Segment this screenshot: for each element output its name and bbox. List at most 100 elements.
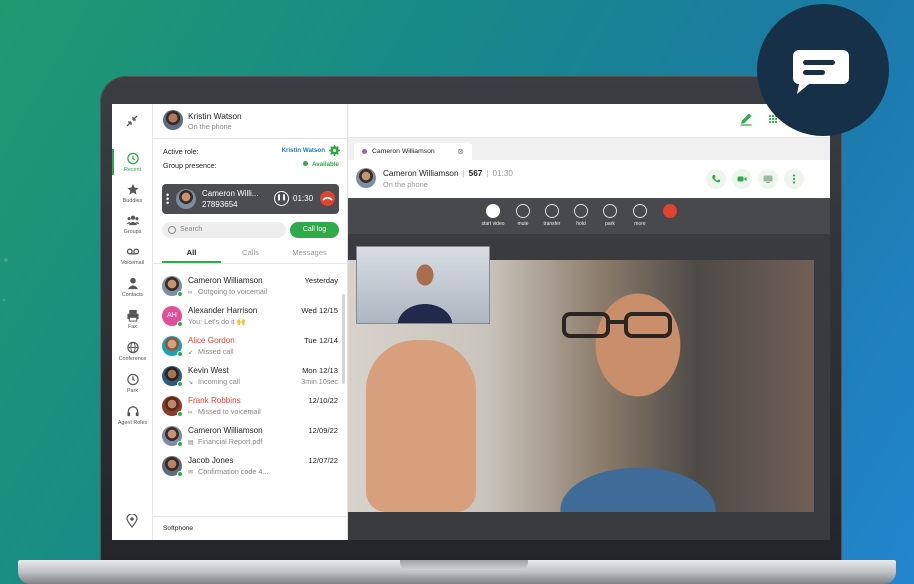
call-view: Cameron Williamson ⊗ Cameron Williamson |… <box>348 104 830 540</box>
hangup-icon <box>663 204 677 218</box>
pause-icon <box>574 204 588 218</box>
list-item[interactable]: Jacob Jones ✉ Confirmation code 4... 12/0… <box>153 452 348 482</box>
collapse-icon[interactable] <box>124 114 140 130</box>
sidebar-item-conference[interactable]: Conference <box>112 341 153 362</box>
status-dot <box>177 351 183 357</box>
group-presence-label: Group presence: <box>163 161 217 170</box>
self-view-video[interactable] <box>356 246 490 324</box>
list-item[interactable]: Cameron Williamson ▤ Financial Report.pdf… <box>153 422 348 452</box>
avatar <box>163 110 183 130</box>
active-call-card[interactable]: • • • Cameron Willi... 27893654 ❚❚ 01:30 <box>162 184 339 214</box>
camera-icon <box>486 204 500 218</box>
call-time: 01:30 <box>492 169 513 178</box>
more-button[interactable]: more <box>623 204 657 227</box>
sidebar-item-contacts[interactable]: Contacts <box>112 277 153 298</box>
star-icon <box>126 183 139 195</box>
list-item[interactable]: Cameron Williamson ∞ Outgoing to voicemai… <box>153 272 348 302</box>
voicemail-icon: ∞ <box>188 290 193 296</box>
conversation-panel: Kristin Watson On the phone Active role:… <box>153 104 348 540</box>
tab-messages[interactable]: Messages <box>280 248 339 257</box>
sidebar-item-fax[interactable]: Fax <box>112 309 153 330</box>
top-toolbar <box>348 104 830 138</box>
sidebar-item-label: Recent <box>123 167 142 173</box>
gear-icon[interactable] <box>329 145 340 156</box>
tab-conversation[interactable]: Cameron Williamson ⊗ <box>354 143 472 160</box>
list-item[interactable]: Frank Robbins ∞ Missed to voicemail 12/10… <box>153 392 348 422</box>
pencil-icon[interactable] <box>739 112 753 126</box>
sidebar-item-agent-roles[interactable]: Agent Roles <box>112 405 153 426</box>
call-timer: 01:30 <box>293 194 314 203</box>
list-item[interactable]: Kevin West ↘ Incoming call Mon 12/13 3min… <box>153 362 348 392</box>
list-scrollbar[interactable] <box>342 294 345 384</box>
divider <box>153 138 348 139</box>
more-vertical-icon[interactable]: • • • <box>166 191 169 208</box>
hangup-icon <box>322 196 333 201</box>
item-date: Wed 12/15 <box>301 306 338 315</box>
microphone-icon <box>516 204 530 218</box>
screen-share-button[interactable] <box>758 169 778 189</box>
control-label: start video <box>481 221 505 227</box>
sidebar-item-voicemail[interactable]: Voicemail <box>112 245 153 266</box>
item-date: 12/09/22 <box>308 426 338 435</box>
fax-icon <box>126 309 139 322</box>
item-description: ∞ Outgoing to voicemail <box>188 287 268 296</box>
status-dot <box>177 441 183 447</box>
globe-icon <box>126 341 139 354</box>
video-icon <box>737 176 747 182</box>
sidebar-item-label: Fax <box>128 324 137 330</box>
close-icon[interactable]: ⊗ <box>457 143 464 160</box>
sidebar-item-park[interactable]: Park <box>112 373 153 394</box>
list-item[interactable]: AH Alexander Harrison You: Let's do it 🙌… <box>153 302 348 332</box>
transfer-icon <box>545 204 559 218</box>
pause-button[interactable]: ❚❚ <box>274 191 289 206</box>
active-role-row: Active role: Kristin Watson <box>163 145 340 156</box>
status-dot <box>177 411 183 417</box>
status-dot <box>177 291 183 297</box>
video-call-button[interactable] <box>732 169 752 189</box>
contact-icon <box>127 277 138 290</box>
sidebar-item-label: Voicemail <box>120 260 145 266</box>
chat-bubble-icon <box>793 50 849 94</box>
app-window: Recent Buddies Groups Voicemail Contacts… <box>112 104 830 540</box>
decorative-dots <box>2 258 8 302</box>
status-dot <box>303 161 309 166</box>
item-date: Yesterday <box>304 276 339 285</box>
avatar <box>356 168 376 188</box>
contact-name: Frank Robbins <box>188 396 241 405</box>
control-label: park <box>605 221 615 227</box>
start-video-button[interactable]: start video <box>476 204 510 227</box>
presence-dot <box>362 149 367 154</box>
extension: 567 <box>468 169 483 178</box>
tab-calls[interactable]: Calls <box>221 248 280 257</box>
status-dot <box>177 321 183 327</box>
sidebar-item-buddies[interactable]: Buddies <box>112 183 153 204</box>
item-date: 12/07/22 <box>308 456 338 465</box>
softphone-footer[interactable]: Softphone <box>153 516 348 540</box>
tab-all[interactable]: All <box>162 248 221 257</box>
sidebar-item-recent[interactable]: Recent <box>112 149 153 175</box>
video-glasses-detail <box>562 312 672 338</box>
item-description: ∞ Missed to voicemail <box>188 407 261 416</box>
call-log-button[interactable]: Call log <box>290 222 339 238</box>
call-header: Cameron Williamson | 567 | 01:30 On the phon… <box>348 160 830 198</box>
tab-label: Cameron Williamson <box>372 148 435 155</box>
park-button[interactable]: park <box>593 204 627 227</box>
user-profile[interactable]: Kristin Watson On the phone <box>163 110 343 134</box>
phone-icon <box>712 175 720 183</box>
hangup-button[interactable] <box>653 204 687 218</box>
contact-name: Cameron Williamson <box>188 426 263 435</box>
sidebar-item-groups[interactable]: Groups <box>112 214 153 235</box>
call-button[interactable] <box>706 169 726 189</box>
location-icon[interactable] <box>126 514 138 528</box>
waving-hand-image <box>366 340 476 512</box>
callee-name: Cameron Williamson <box>383 169 459 178</box>
active-role-value[interactable]: Kristin Watson <box>282 147 325 154</box>
callee-status: On the phone <box>383 180 428 189</box>
item-date: Mon 12/13 <box>302 366 338 375</box>
more-options-button[interactable] <box>784 169 804 189</box>
hangup-button[interactable] <box>320 191 335 206</box>
contact-name: Kevin West <box>188 366 229 375</box>
list-item[interactable]: Alice Gordon ↙ Missed call Tue 12/14 <box>153 332 348 362</box>
search-input[interactable]: Search <box>162 222 286 238</box>
presence-status[interactable]: Available <box>303 161 339 168</box>
